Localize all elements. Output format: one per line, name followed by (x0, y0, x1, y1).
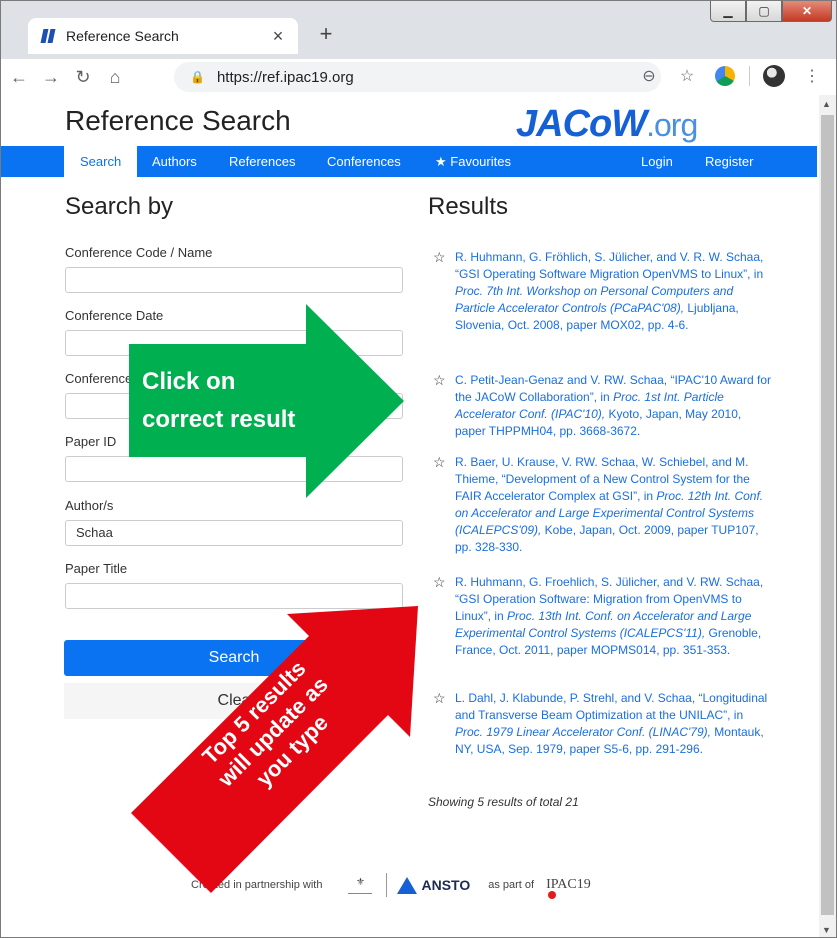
green-line-2: correct result (142, 406, 296, 433)
footer-part-of-text: as part of (488, 879, 535, 891)
result-item-4[interactable]: ☆ R. Huhmann, G. Froehlich, S. Jülicher,… (433, 574, 773, 659)
result-item-3[interactable]: ☆ R. Baer, U. Krause, V. RW. Schaa, W. S… (433, 454, 773, 556)
nav-conferences[interactable]: Conferences (327, 146, 401, 177)
bookmark-star-icon[interactable]: ☆ (673, 62, 701, 90)
zoom-icon[interactable]: ⊖ (635, 62, 663, 90)
browser-tab[interactable]: Reference Search × (28, 18, 298, 54)
result-item-2[interactable]: ☆ C. Petit-Jean-Genaz and V. RW. Schaa, … (433, 372, 773, 440)
ipac19-logo[interactable]: IPAC19 (546, 877, 591, 899)
ipac-ball-icon (548, 891, 557, 899)
scroll-down-icon[interactable]: ▼ (822, 925, 831, 935)
favicon-icon (40, 29, 56, 43)
result-text: R. Huhmann, G. Fröhlich, S. Jülicher, an… (455, 250, 764, 281)
result-text: L. Dahl, J. Klabunde, P. Strehl, and V. … (455, 691, 768, 722)
results-count: Showing 5 results of total 21 (428, 795, 579, 809)
field-label-paper-id: Paper ID (65, 434, 117, 449)
tab-title: Reference Search (66, 28, 179, 44)
close-icon[interactable]: × (266, 24, 290, 48)
browser-window: Reference Search × + ▁ ▢ ✕ ← → ↻ ⌂ 🔒 htt… (0, 0, 837, 938)
nav-favourites[interactable]: ★ Favourites (435, 146, 511, 177)
favourite-star-icon[interactable]: ☆ (433, 249, 446, 266)
menu-icon[interactable]: ⋮ (798, 62, 826, 90)
logo-main: JACoW (516, 103, 647, 145)
window-close-button[interactable]: ✕ (782, 1, 832, 22)
field-label-authors: Author/s (65, 498, 114, 513)
toolbar-divider (749, 66, 750, 86)
result-proceedings: Proc. 1979 Linear Accelerator Conf. (LIN… (455, 725, 711, 739)
jacow-logo[interactable]: JACoW.org (516, 103, 698, 146)
green-annotation-text: Click on correct result (142, 363, 295, 439)
green-line-1: Click on (142, 368, 236, 395)
forward-icon[interactable]: → (37, 63, 65, 91)
result-item-5[interactable]: ☆ L. Dahl, J. Klabunde, P. Strehl, and V… (433, 690, 773, 758)
maximize-button[interactable]: ▢ (746, 1, 782, 22)
main-nav: Search Authors References Conferences ★ … (1, 146, 817, 177)
nav-references[interactable]: References (229, 146, 295, 177)
page-title: Reference Search (65, 105, 291, 136)
new-tab-button[interactable]: + (313, 21, 339, 47)
search-heading: Search by (65, 193, 174, 220)
reload-icon[interactable]: ↻ (69, 63, 97, 91)
favourite-star-icon[interactable]: ☆ (433, 690, 446, 707)
scroll-up-icon[interactable]: ▲ (822, 99, 831, 109)
logo-suffix: .org (646, 107, 698, 143)
nav-register[interactable]: Register (705, 146, 753, 177)
field-label-paper-title: Paper Title (65, 561, 128, 576)
field-label-conference-code: Conference Code / Name (65, 245, 213, 260)
favourite-star-icon[interactable]: ☆ (433, 454, 446, 471)
browser-toolbar: ← → ↻ ⌂ 🔒 https://ref.ipac19.org ⊖ ☆ ⋮ (1, 59, 836, 95)
minimize-button[interactable]: ▁ (710, 1, 746, 22)
star-icon: ★ (435, 154, 451, 169)
back-icon[interactable]: ← (5, 63, 33, 91)
author-input[interactable]: Schaa (65, 520, 403, 546)
home-icon[interactable]: ⌂ (101, 63, 129, 91)
conference-code-input[interactable] (65, 267, 403, 293)
scrollbar-thumb[interactable] (821, 115, 834, 915)
lock-icon: 🔒 (190, 70, 205, 84)
extension-icon[interactable] (711, 62, 739, 90)
results-heading: Results (428, 193, 509, 220)
nav-search[interactable]: Search (64, 146, 138, 177)
address-bar[interactable]: 🔒 https://ref.ipac19.org (174, 62, 661, 92)
vertical-scrollbar[interactable]: ▲ ▼ (819, 95, 836, 937)
page-viewport: Reference Search JACoW.org Search Author… (1, 95, 821, 937)
tab-strip: Reference Search × + ▁ ▢ ✕ (1, 1, 836, 59)
avatar[interactable] (760, 62, 788, 90)
result-item-1[interactable]: ☆ R. Huhmann, G. Fröhlich, S. Jülicher, … (433, 249, 773, 334)
favourite-star-icon[interactable]: ☆ (433, 372, 446, 389)
favourite-star-icon[interactable]: ☆ (433, 574, 446, 591)
nav-login[interactable]: Login (641, 146, 673, 177)
field-label-conference: Conference (65, 371, 133, 386)
url-text: https://ref.ipac19.org (216, 68, 354, 86)
window-controls: ▁ ▢ ✕ (710, 1, 832, 22)
nav-authors[interactable]: Authors (152, 146, 197, 177)
